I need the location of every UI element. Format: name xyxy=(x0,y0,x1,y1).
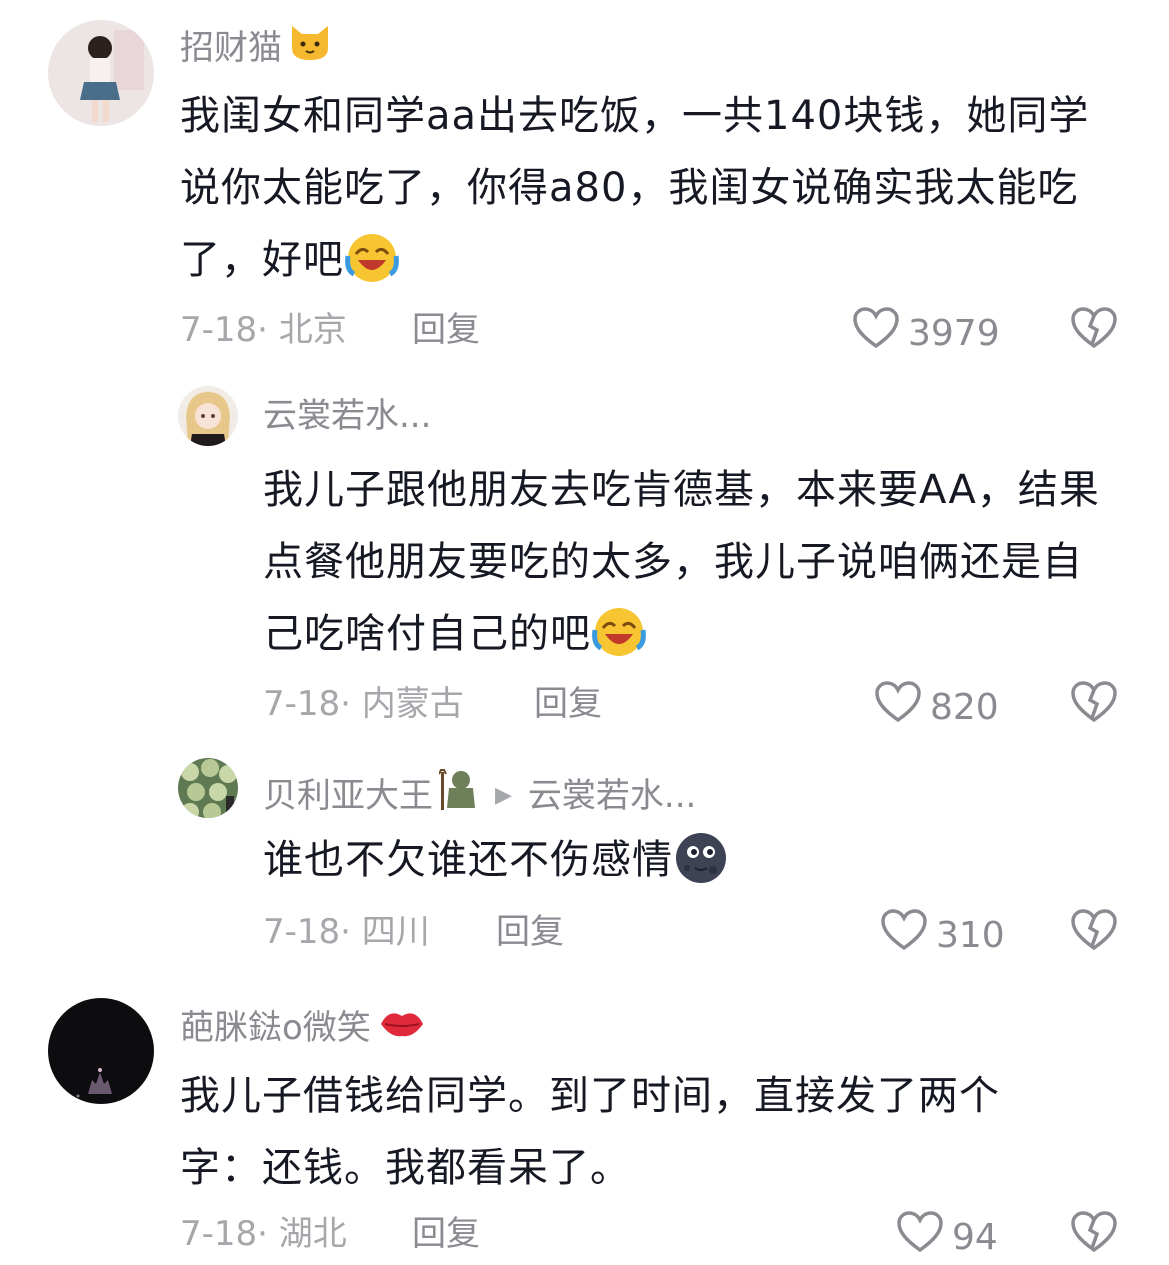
date-location: 7-18· 湖北 xyxy=(180,1214,347,1254)
like-button[interactable]: 3979 xyxy=(852,306,1000,361)
heart-icon xyxy=(874,680,922,735)
reply-button[interactable]: 回复 xyxy=(496,910,564,954)
date-location: 7-18· 北京 xyxy=(180,310,347,350)
reply-button[interactable]: 回复 xyxy=(412,1212,480,1256)
avatar[interactable] xyxy=(178,758,238,818)
comment-item: 招财猫 我闺女和同学aa出去吃饭，一共140块钱，她同学说你太能吃了，你得a80… xyxy=(0,0,1169,370)
cat-face-icon xyxy=(288,22,332,73)
comment-text: 我儿子跟他朋友去吃肯德基，本来要AA，结果点餐他朋友要吃的太多，我儿子说咱俩还是… xyxy=(263,454,1113,670)
username[interactable]: 招财猫 xyxy=(180,22,332,73)
troll-icon xyxy=(438,768,479,823)
like-count: 3979 xyxy=(908,312,1000,354)
dislike-button[interactable] xyxy=(1070,306,1118,354)
broken-heart-icon xyxy=(1070,909,1118,956)
laughing-crying-icon xyxy=(344,230,400,286)
kiss-lips-icon xyxy=(377,1002,427,1053)
like-button[interactable]: 310 xyxy=(880,908,1005,963)
broken-heart-icon xyxy=(1070,1211,1118,1258)
dislike-button[interactable] xyxy=(1070,680,1118,728)
date-location: 7-18· 四川 xyxy=(263,912,430,952)
comment-text: 我儿子借钱给同学。到了时间，直接发了两个字：还钱。我都看呆了。 xyxy=(180,1073,1000,1191)
broken-heart-icon xyxy=(1070,307,1118,354)
date-location: 7-18· 内蒙古 xyxy=(263,684,464,724)
like-count: 310 xyxy=(936,914,1005,956)
heart-icon xyxy=(896,1210,944,1265)
avatar[interactable] xyxy=(48,20,154,126)
like-count: 820 xyxy=(930,686,999,728)
reply-item: 贝利亚大王 ▶ 云裳若水... 谁也不欠谁还不伤感情 7-18· 四川 回复 3… xyxy=(0,740,1169,990)
username[interactable]: 贝利亚大王 ▶ 云裳若水... xyxy=(263,768,696,823)
reply-to-username[interactable]: 云裳若水... xyxy=(528,774,696,818)
dislike-button[interactable] xyxy=(1070,908,1118,956)
comment-text: 我闺女和同学aa出去吃饭，一共140块钱，她同学说你太能吃了，你得a80，我闺女… xyxy=(180,80,1100,296)
comment-item: 葩脒鍅o微笑 我儿子借钱给同学。到了时间，直接发了两个字：还钱。我都看呆了。 7… xyxy=(0,990,1169,1258)
reply-arrow-icon: ▶ xyxy=(495,782,512,808)
username[interactable]: 葩脒鍅o微笑 xyxy=(180,1002,427,1053)
reply-button[interactable]: 回复 xyxy=(534,682,602,726)
new-moon-face-icon xyxy=(673,830,729,886)
reply-button[interactable]: 回复 xyxy=(412,308,480,352)
heart-icon xyxy=(852,306,900,361)
dislike-button[interactable] xyxy=(1070,1210,1118,1258)
laughing-crying-icon xyxy=(591,604,647,660)
broken-heart-icon xyxy=(1070,681,1118,728)
avatar[interactable] xyxy=(178,386,238,446)
like-count: 94 xyxy=(952,1216,998,1258)
reply-item: 云裳若水... 我儿子跟他朋友去吃肯德基，本来要AA，结果点餐他朋友要吃的太多，… xyxy=(0,370,1169,740)
avatar[interactable] xyxy=(48,998,154,1104)
heart-icon xyxy=(880,908,928,963)
like-button[interactable]: 820 xyxy=(874,680,999,735)
comment-text: 谁也不欠谁还不伤感情 xyxy=(263,824,1113,896)
like-button[interactable]: 94 xyxy=(896,1210,998,1265)
username[interactable]: 云裳若水... xyxy=(263,394,431,438)
